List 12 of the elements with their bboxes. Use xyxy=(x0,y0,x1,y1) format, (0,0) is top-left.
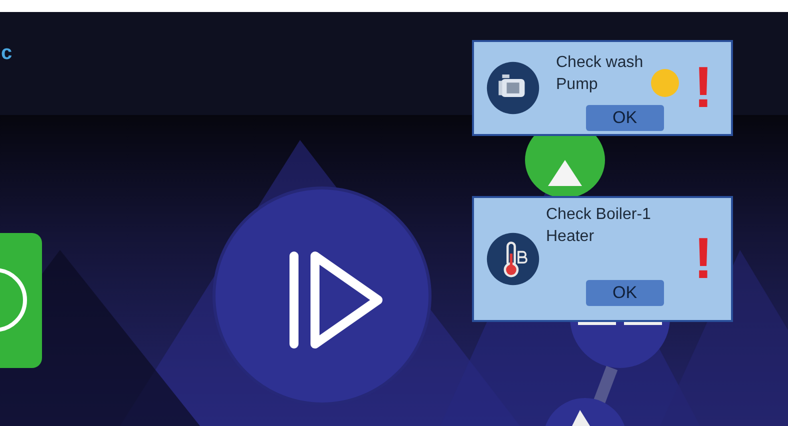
play-button-icon[interactable] xyxy=(212,186,432,406)
warning-mark: ! xyxy=(694,59,713,117)
warning-mark: ! xyxy=(694,230,713,288)
ok-button[interactable]: OK xyxy=(586,280,664,306)
alert-message: Check wash Pump xyxy=(556,53,644,95)
thermometer-icon xyxy=(486,232,540,286)
ring-button-icon[interactable] xyxy=(0,233,42,368)
pump-icon xyxy=(486,61,540,115)
alert-message: Check Boiler-1 Heater xyxy=(546,205,651,247)
logo-text: c xyxy=(0,42,12,65)
round-up-button-icon[interactable] xyxy=(543,398,627,426)
ok-button[interactable]: OK xyxy=(586,105,664,131)
